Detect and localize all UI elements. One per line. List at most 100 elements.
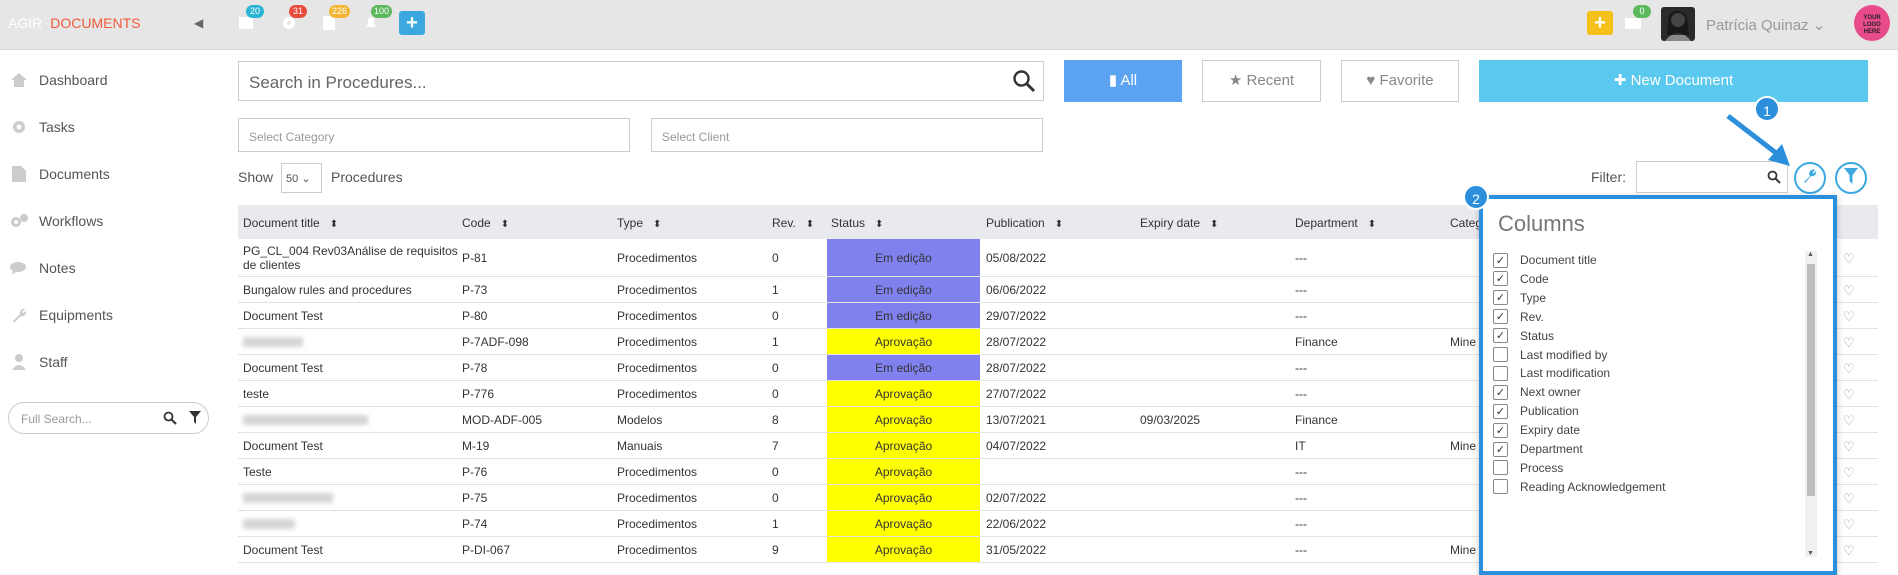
column-toggle-item[interactable]: ✓ Publication xyxy=(1493,402,1579,420)
checkbox-checked[interactable]: ✓ xyxy=(1493,384,1508,400)
column-header-type[interactable]: Type ⬍ xyxy=(617,216,661,230)
filter-all-button[interactable]: ▮ All xyxy=(1064,60,1182,102)
checkbox-unchecked[interactable] xyxy=(1493,365,1508,381)
favorite-heart-icon[interactable]: ♡ xyxy=(1843,413,1855,429)
gear-icon[interactable]: 31 xyxy=(280,5,307,33)
checkbox-checked[interactable]: ✓ xyxy=(1493,441,1508,457)
favorite-heart-icon[interactable]: ♡ xyxy=(1843,439,1855,455)
favorite-heart-icon[interactable]: ♡ xyxy=(1843,387,1855,403)
cell-title[interactable]: PG_CL_004 Rev03Análise de requisitos de … xyxy=(243,239,458,276)
sidebar-item-equipments[interactable]: Equipments xyxy=(8,302,113,328)
column-header-rev[interactable]: Rev. ⬍ xyxy=(772,216,814,230)
column-header-department[interactable]: Department ⬍ xyxy=(1295,216,1376,230)
column-toggle-item[interactable]: ✓ Rev. xyxy=(1493,308,1544,326)
quick-add-button[interactable]: + xyxy=(399,11,425,35)
cell-title[interactable] xyxy=(243,407,458,432)
sidebar-item-dashboard[interactable]: Dashboard xyxy=(8,67,108,93)
bell-icon[interactable]: 100 xyxy=(362,5,393,33)
cell-title[interactable]: Teste xyxy=(243,459,458,484)
column-toggle-item[interactable]: ✓ Status xyxy=(1493,327,1554,345)
favorite-heart-icon[interactable]: ♡ xyxy=(1843,335,1855,351)
sidebar-item-tasks[interactable]: Tasks xyxy=(8,114,75,140)
cell-title[interactable] xyxy=(243,485,458,510)
column-toggle-item[interactable]: ✓ Type xyxy=(1493,289,1546,307)
scroll-up-icon[interactable]: ▲ xyxy=(1807,251,1814,258)
favorite-heart-icon[interactable]: ♡ xyxy=(1843,543,1855,559)
filter-recent-button[interactable]: ★ Recent xyxy=(1202,60,1321,102)
checkbox-checked[interactable]: ✓ xyxy=(1493,252,1508,268)
sidebar-item-workflows[interactable]: Workflows xyxy=(8,208,103,234)
favorite-heart-icon[interactable]: ♡ xyxy=(1843,283,1855,299)
procedures-search-input[interactable]: Search in Procedures... xyxy=(238,61,1044,101)
scrollbar-thumb[interactable] xyxy=(1807,264,1815,496)
cell-title[interactable] xyxy=(243,329,458,354)
filter-favorite-button[interactable]: ♥ Favorite xyxy=(1341,60,1459,102)
collapse-sidebar-icon[interactable]: ◀ xyxy=(194,16,203,30)
favorite-heart-icon[interactable]: ♡ xyxy=(1843,491,1855,507)
checkbox-checked[interactable]: ✓ xyxy=(1493,328,1508,344)
add-yellow-button[interactable]: + xyxy=(1587,11,1613,35)
column-header-publication[interactable]: Publication ⬍ xyxy=(986,216,1063,230)
search-icon[interactable] xyxy=(1012,69,1036,98)
sidebar-item-label: Workflows xyxy=(39,213,104,229)
cell-title[interactable] xyxy=(243,511,458,536)
column-header-title[interactable]: Document title ⬍ xyxy=(243,216,338,230)
column-toggle-item[interactable]: ✓ Department xyxy=(1493,440,1583,458)
checkbox-checked[interactable]: ✓ xyxy=(1493,290,1508,306)
favorite-heart-icon[interactable]: ♡ xyxy=(1843,251,1855,267)
clipboard-icon[interactable]: 226 xyxy=(320,5,351,33)
cell-title[interactable]: Bungalow rules and procedures xyxy=(243,277,458,302)
column-toggle-item[interactable]: ✓ Document title xyxy=(1493,251,1597,269)
column-header-expiry[interactable]: Expiry date ⬍ xyxy=(1140,216,1218,230)
checkbox-checked[interactable]: ✓ xyxy=(1493,403,1508,419)
column-toggle-item[interactable]: ✓ Next owner xyxy=(1493,383,1581,401)
full-search-input[interactable]: Full Search... xyxy=(8,402,209,434)
column-toggle-item[interactable]: ✓ Code xyxy=(1493,270,1549,288)
checkbox-checked[interactable]: ✓ xyxy=(1493,271,1508,287)
column-header-code[interactable]: Code ⬍ xyxy=(462,216,509,230)
columns-scrollbar[interactable]: ▲ ▼ xyxy=(1805,251,1817,557)
search-icon[interactable] xyxy=(1767,170,1781,189)
avatar[interactable] xyxy=(1661,7,1695,41)
page-size-select[interactable]: 50 ⌄ xyxy=(281,163,322,193)
checkbox-unchecked[interactable] xyxy=(1493,347,1508,362)
mail-icon[interactable]: 0 xyxy=(1624,5,1651,33)
favorite-heart-icon[interactable]: ♡ xyxy=(1843,465,1855,481)
sidebar-item-documents[interactable]: Documents xyxy=(8,161,110,187)
calendar-icon[interactable]: 20 xyxy=(237,5,264,33)
cell-title[interactable]: Document Test xyxy=(243,355,458,380)
cell-title[interactable]: Document Test xyxy=(243,433,458,458)
cell-title[interactable]: Document Test xyxy=(243,303,458,328)
advanced-filter-button[interactable] xyxy=(1835,162,1867,194)
cell-type: Procedimentos xyxy=(617,250,698,265)
sidebar-item-notes[interactable]: Notes xyxy=(8,255,76,281)
column-toggle-item[interactable]: Reading Acknowledgement xyxy=(1493,478,1665,496)
checkbox-unchecked[interactable] xyxy=(1493,479,1508,495)
column-header-status[interactable]: Status ⬍ xyxy=(831,216,883,230)
new-document-button[interactable]: ✚ New Document xyxy=(1479,60,1868,102)
favorite-heart-icon[interactable]: ♡ xyxy=(1843,517,1855,533)
column-header-category[interactable]: Categ xyxy=(1450,216,1482,230)
column-header-label: Categ xyxy=(1450,216,1483,230)
category-select[interactable]: Select Category xyxy=(238,118,630,152)
user-menu[interactable]: Patrícia Quinaz ⌄ xyxy=(1706,16,1825,34)
client-select[interactable]: Select Client xyxy=(651,118,1043,152)
checkbox-checked[interactable]: ✓ xyxy=(1493,422,1508,438)
cell-publication: 22/06/2022 xyxy=(986,516,1047,531)
search-icon[interactable] xyxy=(163,411,177,428)
app-brand[interactable]: AGIR DOCUMENTS xyxy=(8,15,140,31)
cell-department: --- xyxy=(1295,490,1307,505)
column-toggle-item[interactable]: Process xyxy=(1493,459,1563,477)
sidebar-item-staff[interactable]: Staff xyxy=(8,349,68,375)
column-toggle-item[interactable]: Last modified by xyxy=(1493,346,1607,364)
scroll-down-icon[interactable]: ▼ xyxy=(1807,550,1814,557)
favorite-heart-icon[interactable]: ♡ xyxy=(1843,361,1855,377)
column-toggle-item[interactable]: Last modification xyxy=(1493,364,1610,382)
cell-title[interactable]: teste xyxy=(243,381,458,406)
favorite-heart-icon[interactable]: ♡ xyxy=(1843,309,1855,325)
checkbox-unchecked[interactable] xyxy=(1493,460,1508,476)
cell-title[interactable]: Document Test xyxy=(243,537,458,562)
column-toggle-item[interactable]: ✓ Expiry date xyxy=(1493,421,1580,439)
filter-icon[interactable] xyxy=(189,411,201,427)
checkbox-checked[interactable]: ✓ xyxy=(1493,309,1508,325)
